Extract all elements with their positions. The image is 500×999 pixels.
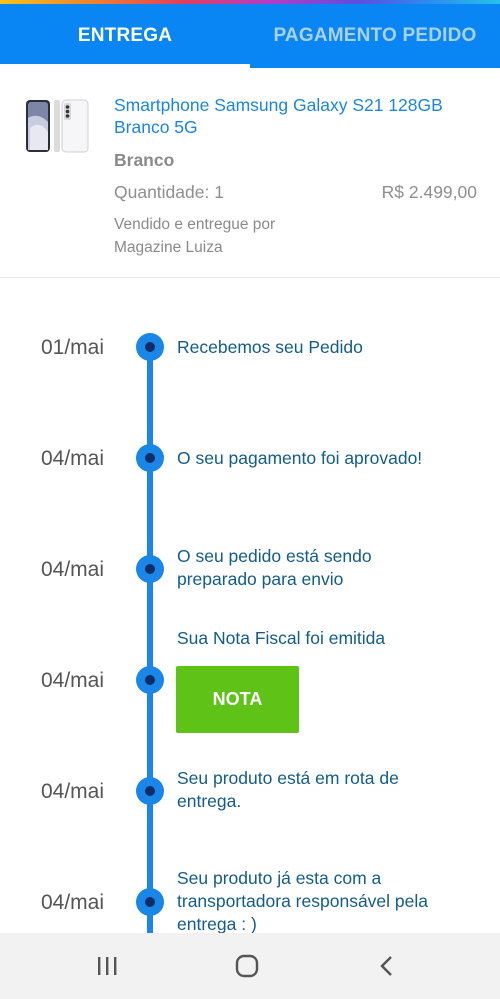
- android-nav-bar: [0, 933, 500, 999]
- tab-pagamento-label: PAGAMENTO PEDIDO: [273, 25, 477, 46]
- tab-bar: ENTREGA PAGAMENTO PEDIDO: [0, 4, 500, 68]
- timeline-event: 01/mai Recebemos seu Pedido: [0, 279, 500, 390]
- recent-apps-icon[interactable]: [87, 951, 127, 981]
- sold-by-seller: Magazine Luiza: [114, 239, 223, 256]
- tab-pagamento-pedido[interactable]: PAGAMENTO PEDIDO: [250, 4, 500, 68]
- timeline-dot: [136, 888, 164, 916]
- timeline-dot: [136, 333, 164, 361]
- event-text: O seu pagamento foi aprovado!: [177, 448, 423, 468]
- tab-entrega-label: ENTREGA: [77, 25, 173, 46]
- back-icon[interactable]: [367, 951, 407, 981]
- smartphone-product-image: [24, 98, 92, 156]
- product-quantity: Quantidade: 1: [114, 182, 224, 202]
- event-date: 04/mai: [40, 669, 104, 692]
- event-text: Sua Nota Fiscal foi emitida: [177, 628, 386, 648]
- event-date: 04/mai: [40, 558, 104, 581]
- delivery-timeline: 01/mai Recebemos seu Pedido 04/mai O seu…: [0, 279, 500, 933]
- event-text: Seu produto já esta com a transportadora…: [177, 868, 428, 933]
- home-icon[interactable]: [227, 951, 267, 981]
- timeline-dot: [136, 777, 164, 805]
- product-name[interactable]: Smartphone Samsung Galaxy S21 128GB Bran…: [114, 94, 484, 138]
- timeline-event: 04/mai Sua Nota Fiscal foi emitida NOTA: [0, 612, 500, 733]
- sold-by: Vendido e entregue por Magazine Luiza: [114, 213, 275, 259]
- timeline-dot: [136, 666, 164, 694]
- event-date: 04/mai: [40, 780, 104, 803]
- timeline-dot: [136, 444, 164, 472]
- tab-entrega[interactable]: ENTREGA: [0, 4, 250, 68]
- timeline-event: 04/mai Seu produto já esta com a transpo…: [0, 834, 500, 933]
- event-date: 01/mai: [40, 336, 104, 359]
- product-card: Smartphone Samsung Galaxy S21 128GB Bran…: [0, 68, 500, 278]
- event-text: Recebemos seu Pedido: [177, 337, 363, 357]
- event-text: Seu produto está em rota de entrega.: [177, 768, 399, 811]
- timeline-event: 04/mai O seu pedido está sendo preparado…: [0, 501, 500, 612]
- sold-by-line1: Vendido e entregue por: [114, 216, 276, 233]
- timeline-event: 04/mai O seu pagamento foi aprovado!: [0, 390, 500, 501]
- event-date: 04/mai: [40, 891, 104, 914]
- product-color: Branco: [114, 150, 175, 170]
- product-price: R$ 2.499,00: [381, 182, 477, 202]
- event-date: 04/mai: [40, 447, 104, 470]
- timeline-dot: [136, 555, 164, 583]
- timeline-event: 04/mai Seu produto está em rota de entre…: [0, 723, 500, 834]
- event-text: O seu pedido está sendo preparado para e…: [177, 546, 372, 589]
